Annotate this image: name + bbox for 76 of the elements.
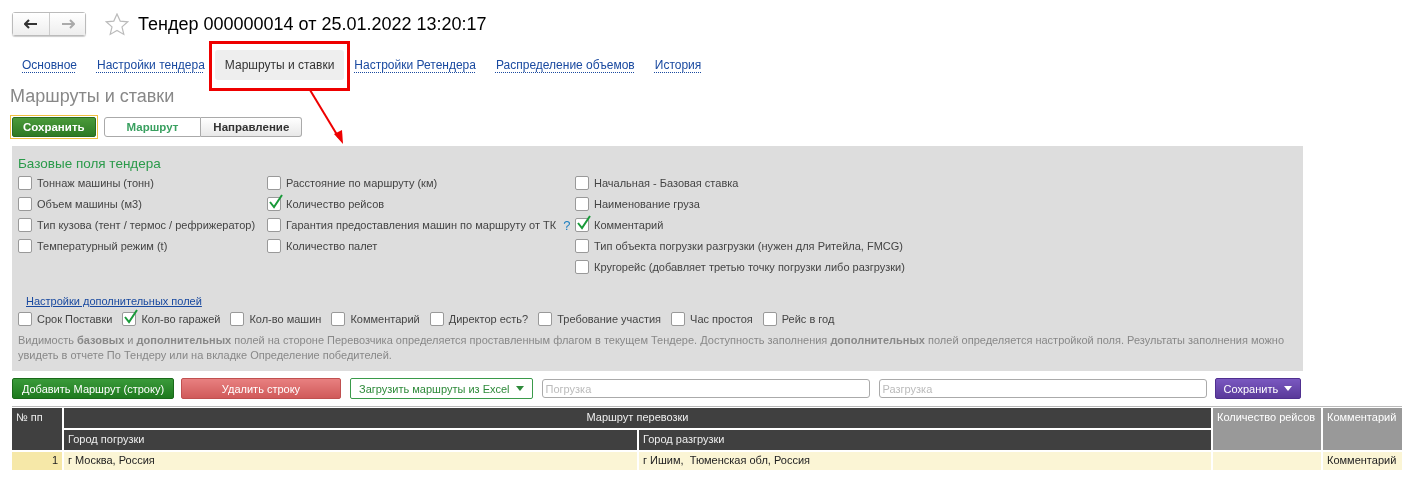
note-text: Видимость базовых и дополнительных полей на стороне Перевозчика определяется проставленным флагом в текущем Тендере. Доступность заполнения дополнительных полей определяется настройкой поля. Результаты заполнения можно увидеть в отчете По Тендеру или на вкладке Определение победителей. bbox=[18, 333, 1286, 363]
checkbox[interactable] bbox=[331, 312, 346, 326]
checkbox[interactable] bbox=[575, 218, 589, 232]
left-arrow-icon bbox=[24, 19, 38, 29]
checkbox-label: Расстояние по маршруту (км) bbox=[286, 177, 438, 189]
tab[interactable]: Настройки Ретендера bbox=[344, 51, 486, 79]
checkbox[interactable] bbox=[671, 312, 686, 326]
checkbox[interactable] bbox=[575, 260, 589, 274]
tab[interactable]: Распределение объемов bbox=[485, 51, 645, 79]
column-header: Количество рейсов bbox=[1213, 408, 1321, 450]
checkbox[interactable] bbox=[575, 176, 589, 190]
checkbox-label: Директор есть? bbox=[448, 313, 529, 325]
checkbox-label: Тип объекта погрузки разгрузки (нужен для Ритейла, FMCG) bbox=[594, 240, 903, 252]
checkbox-label: Рейс в год bbox=[781, 313, 835, 325]
add-route-button[interactable]: Добавить Маршрут (строку) bbox=[12, 378, 174, 399]
checkbox[interactable] bbox=[267, 218, 281, 232]
panel-title: Базовые поля тендера bbox=[18, 156, 162, 171]
tab[interactable]: История bbox=[644, 51, 712, 79]
checkbox-label: Комментарий bbox=[350, 313, 420, 325]
checkbox-label: Тип кузова (тент / термос / рефрижератор) bbox=[37, 219, 256, 231]
right-arrow-icon bbox=[60, 19, 75, 29]
table-cell: Комментарий bbox=[1323, 452, 1402, 470]
caret-icon bbox=[1284, 386, 1293, 391]
checkbox-label: Температурный режим (t) bbox=[37, 240, 168, 252]
checkbox-label: Кругорейс (добавляет третью точку погрузки либо разгрузки) bbox=[594, 261, 905, 273]
checkbox-label: Количество рейсов bbox=[286, 198, 385, 210]
checkbox[interactable] bbox=[230, 312, 245, 326]
tab[interactable]: Настройки тендера bbox=[87, 51, 215, 79]
checkbox[interactable] bbox=[18, 197, 32, 211]
view-toggle-button[interactable]: Направление bbox=[201, 117, 303, 137]
checkbox[interactable] bbox=[18, 239, 32, 253]
table-cell: г Москва, Россия bbox=[64, 452, 637, 470]
checkbox[interactable] bbox=[538, 312, 553, 326]
load-excel-button[interactable]: Загрузить маршруты из Excel bbox=[350, 378, 533, 399]
checkbox[interactable] bbox=[18, 176, 32, 190]
checkbox[interactable] bbox=[575, 239, 589, 253]
column-header: Маршрут перевозки bbox=[64, 408, 1211, 428]
window-title: Тендер 000000014 от 25.01.2022 13:20:17 bbox=[138, 13, 487, 35]
save-menu-button[interactable]: Сохранить bbox=[1214, 378, 1302, 399]
checkbox-label: Кол-во машин bbox=[249, 313, 322, 325]
checkbox-label: Количество палет bbox=[286, 240, 378, 252]
column-header: Комментарий bbox=[1323, 408, 1402, 450]
checkbox[interactable] bbox=[122, 312, 137, 326]
checkbox-label: Объем машины (м3) bbox=[37, 198, 142, 210]
checkbox-label: Срок Поставки bbox=[37, 313, 113, 325]
back-button[interactable] bbox=[13, 13, 49, 35]
checkbox-label: Час простоя bbox=[690, 313, 753, 325]
checkbox[interactable] bbox=[575, 197, 589, 211]
checkbox[interactable] bbox=[267, 197, 281, 211]
section-title: Маршруты и ставки bbox=[10, 86, 176, 107]
checkbox[interactable] bbox=[267, 239, 281, 253]
checkbox-label: Гарантия предоставления машин по маршруту от ТК bbox=[286, 219, 557, 231]
table-cell: г Ишим, Тюменская обл, Россия bbox=[639, 452, 1211, 470]
checkbox-label: Комментарий bbox=[594, 219, 664, 231]
star-icon[interactable] bbox=[105, 12, 129, 36]
table-cell: 1 bbox=[12, 452, 62, 470]
checkbox[interactable] bbox=[18, 218, 32, 232]
checkbox-label: Начальная - Базовая ставка bbox=[594, 177, 739, 189]
checkbox-label: Тоннаж машины (тонн) bbox=[37, 177, 154, 189]
caret-icon bbox=[515, 386, 524, 391]
checkbox[interactable] bbox=[267, 176, 281, 190]
unloading-field[interactable]: Разгрузка bbox=[878, 379, 1207, 398]
checkbox-label: Требование участия bbox=[557, 313, 662, 325]
tab[interactable]: Основное bbox=[12, 51, 87, 79]
checkbox[interactable] bbox=[762, 312, 777, 326]
checkbox-label: Наименование груза bbox=[594, 198, 700, 210]
checkbox-label: Кол-во гаражей bbox=[141, 313, 221, 325]
column-header: № пп bbox=[12, 408, 62, 450]
checkbox[interactable] bbox=[429, 312, 444, 326]
extra-fields-link[interactable]: Настройки дополнительных полей bbox=[26, 295, 1297, 307]
column-header: Город погрузки bbox=[64, 430, 637, 450]
checkbox[interactable] bbox=[18, 312, 32, 326]
column-header: Город разгрузки bbox=[639, 430, 1211, 450]
save-button[interactable]: Сохранить bbox=[12, 117, 96, 137]
loading-field[interactable]: Погрузка bbox=[541, 379, 870, 398]
tab[interactable]: Маршруты и ставки bbox=[214, 50, 345, 80]
